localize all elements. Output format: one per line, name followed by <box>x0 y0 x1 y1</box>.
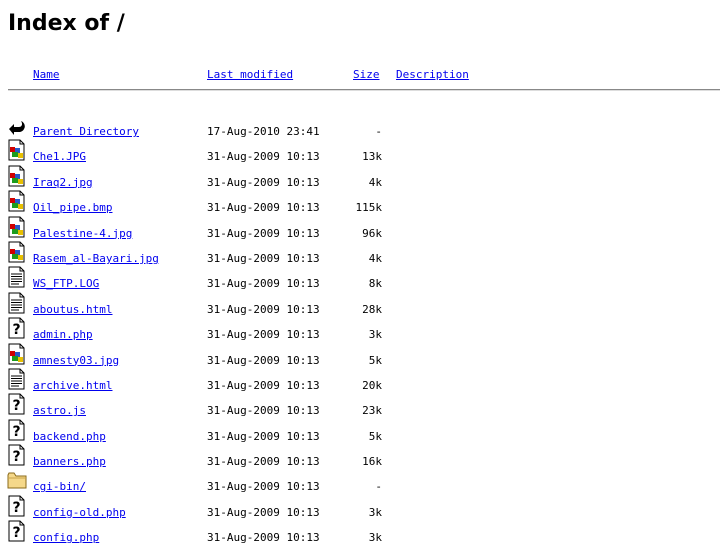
file-link[interactable]: Oil_pipe.bmp <box>33 201 112 215</box>
file-listing: Parent Directory 17-Aug-2010 23:41- Che1.J… <box>0 114 727 546</box>
last-modified: 31-Aug-2009 10:13 <box>207 531 320 545</box>
file-link[interactable]: WS_FTP.LOG <box>33 277 99 291</box>
list-item: cgi-bin/31-Aug-2009 10:13 - <box>0 469 727 494</box>
svg-text:?: ? <box>12 424 20 440</box>
unknown-icon: ? <box>7 317 27 339</box>
image-icon <box>7 165 27 187</box>
image-icon <box>7 241 27 263</box>
list-item: WS_FTP.LOG 31-Aug-2009 10:13 8k <box>0 266 727 291</box>
page-title: Index of / <box>8 11 125 36</box>
image-icon <box>7 216 27 238</box>
file-size: 3k <box>368 505 382 519</box>
file-link[interactable]: Rasem_al-Bayari.jpg <box>33 252 159 266</box>
file-size: 5k <box>368 353 382 367</box>
file-link[interactable]: admin.php <box>33 328 93 342</box>
image-icon <box>7 343 27 365</box>
last-modified: 31-Aug-2009 10:13 <box>207 277 320 291</box>
list-item: ? astro.js 31-Aug-2009 10:13 23k <box>0 393 727 418</box>
last-modified: 31-Aug-2009 10:13 <box>207 429 320 443</box>
file-size: 4k <box>368 251 382 265</box>
sort-by-size-link[interactable]: Size <box>353 68 380 82</box>
list-item: Che1.JPG 31-Aug-2009 10:13 13k <box>0 139 727 164</box>
svg-text:?: ? <box>12 449 20 465</box>
image-icon <box>7 190 27 212</box>
last-modified: 31-Aug-2009 10:13 <box>207 378 320 392</box>
file-link[interactable]: Palestine-4.jpg <box>33 227 132 241</box>
sort-by-name-link[interactable]: Name <box>33 68 60 82</box>
file-size: - <box>375 125 382 138</box>
list-item: ? banners.php 31-Aug-2009 10:13 16k <box>0 444 727 469</box>
last-modified: 31-Aug-2009 10:13 <box>207 353 320 367</box>
file-link[interactable]: backend.php <box>33 430 106 444</box>
svg-text:?: ? <box>12 398 20 414</box>
file-link[interactable]: Che1.JPG <box>33 150 86 164</box>
last-modified: 31-Aug-2009 10:13 <box>207 201 320 215</box>
folder-icon <box>7 469 27 491</box>
file-link[interactable]: banners.php <box>33 455 106 469</box>
last-modified: 31-Aug-2009 10:13 <box>207 302 320 316</box>
file-link[interactable]: Iraq2.jpg <box>33 176 93 190</box>
list-item: amnesty03.jpg 31-Aug-2009 10:13 5k <box>0 343 727 368</box>
file-size: 115k <box>355 201 383 215</box>
file-size: - <box>375 480 382 494</box>
file-link[interactable]: aboutus.html <box>33 303 112 317</box>
last-modified: 31-Aug-2009 10:13 <box>207 226 320 240</box>
list-item: Palestine-4.jpg 31-Aug-2009 10:13 96k <box>0 216 727 241</box>
unknown-icon: ? <box>7 495 27 517</box>
file-size: 3k <box>368 531 382 545</box>
last-modified: 31-Aug-2009 10:13 <box>207 150 320 164</box>
back-icon <box>7 114 27 136</box>
last-modified: 31-Aug-2009 10:13 <box>207 328 320 342</box>
list-item: Rasem_al-Bayari.jpg 31-Aug-2009 10:13 4k <box>0 241 727 266</box>
list-item: Parent Directory 17-Aug-2010 23:41 - <box>0 114 727 139</box>
file-size: 96k <box>362 226 382 240</box>
file-size: 5k <box>368 429 382 443</box>
svg-text:?: ? <box>12 322 20 338</box>
list-item: ? config.php 31-Aug-2009 10:13 3k <box>0 520 727 545</box>
file-link[interactable]: archive.html <box>33 379 112 393</box>
file-size: 8k <box>368 277 382 291</box>
last-modified: 31-Aug-2009 10:13 <box>207 455 320 469</box>
unknown-icon: ? <box>7 444 27 466</box>
sort-by-description-link[interactable]: Description <box>396 68 469 82</box>
text-icon <box>7 292 27 314</box>
last-modified: 31-Aug-2009 10:13 <box>207 480 320 494</box>
unknown-icon: ? <box>7 419 27 441</box>
header-divider <box>8 89 720 91</box>
svg-text:?: ? <box>12 500 20 516</box>
list-item: aboutus.html 31-Aug-2009 10:13 28k <box>0 292 727 317</box>
unknown-icon: ? <box>7 520 27 542</box>
list-item: ? backend.php 31-Aug-2009 10:13 5k <box>0 419 727 444</box>
last-modified: 31-Aug-2009 10:13 <box>207 175 320 189</box>
file-size: 13k <box>362 150 382 164</box>
column-header-row: Name Last modified Size Description <box>0 68 727 82</box>
text-icon <box>7 266 27 288</box>
file-size: 20k <box>362 378 382 392</box>
file-link[interactable]: config-old.php <box>33 506 126 520</box>
list-item: ? config-old.php 31-Aug-2009 10:13 3k <box>0 495 727 520</box>
file-size: 28k <box>362 302 382 316</box>
last-modified: 17-Aug-2010 23:41 <box>207 125 320 138</box>
last-modified: 31-Aug-2009 10:13 <box>207 505 320 519</box>
file-link[interactable]: astro.js <box>33 404 86 418</box>
list-item: ? admin.php 31-Aug-2009 10:13 3k <box>0 317 727 342</box>
file-link[interactable]: cgi-bin/ <box>33 480 86 494</box>
sort-by-modified-link[interactable]: Last modified <box>207 68 293 82</box>
image-icon <box>7 139 27 161</box>
file-size: 16k <box>362 455 382 469</box>
list-item: archive.html 31-Aug-2009 10:13 20k <box>0 368 727 393</box>
file-size: 3k <box>368 328 382 342</box>
last-modified: 31-Aug-2009 10:13 <box>207 404 320 418</box>
file-link[interactable]: Parent Directory <box>33 125 139 139</box>
list-item: Oil_pipe.bmp 31-Aug-2009 10:13 115k <box>0 190 727 215</box>
file-size: 4k <box>368 175 382 189</box>
text-icon <box>7 368 27 390</box>
svg-text:?: ? <box>12 525 20 541</box>
unknown-icon: ? <box>7 393 27 415</box>
file-link[interactable]: config.php <box>33 531 99 545</box>
file-link[interactable]: amnesty03.jpg <box>33 354 119 368</box>
last-modified: 31-Aug-2009 10:13 <box>207 251 320 265</box>
list-item: Iraq2.jpg 31-Aug-2009 10:13 4k <box>0 165 727 190</box>
file-size: 23k <box>362 404 382 418</box>
